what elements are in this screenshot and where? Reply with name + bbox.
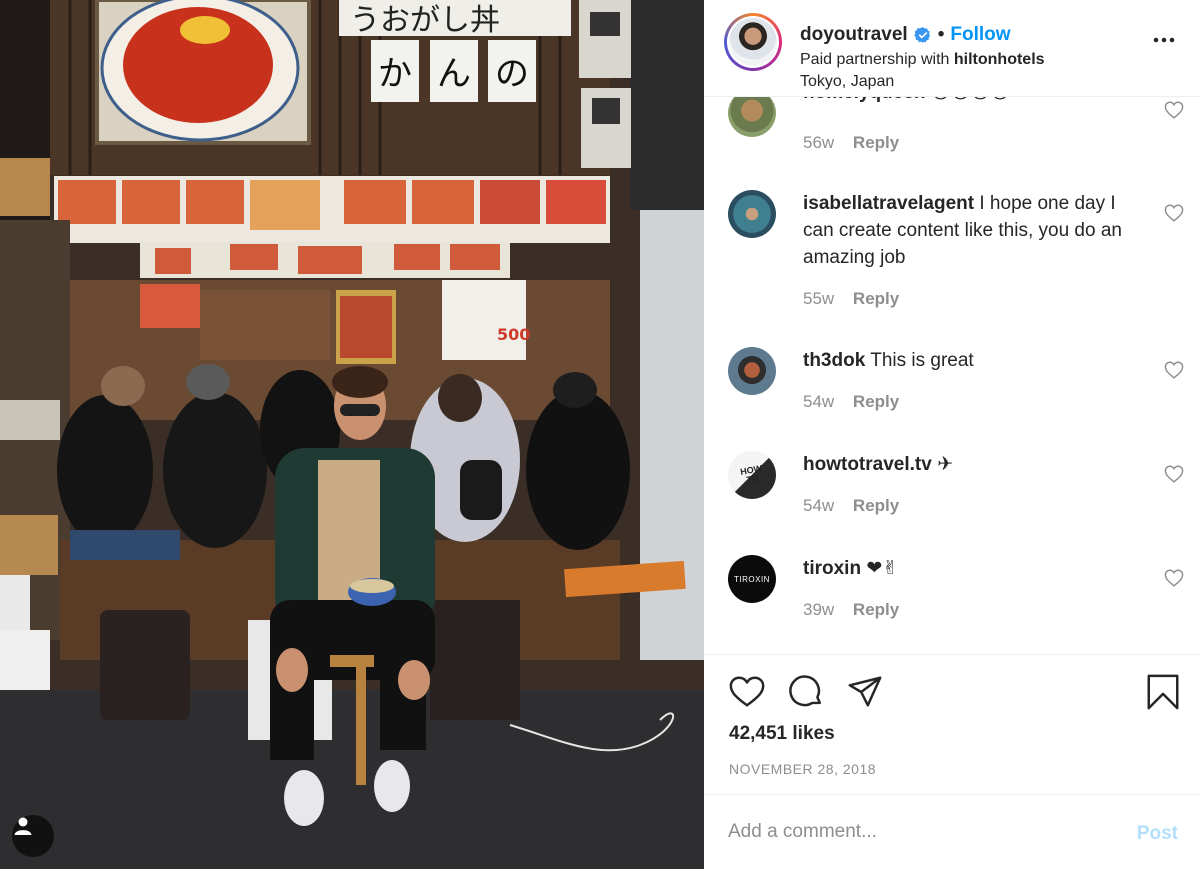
comment-text: howtotravel.tv ✈	[803, 451, 1143, 478]
reply-button[interactable]: Reply	[853, 496, 899, 515]
comment-message: This is great	[870, 350, 974, 371]
comment-age: 54w	[803, 392, 835, 411]
post-date[interactable]: NOVEMBER 28, 2018	[729, 761, 876, 777]
author-username[interactable]: doyoutravel	[800, 24, 908, 46]
commenter-avatar[interactable]	[728, 190, 776, 238]
likes-count[interactable]: 42,451 likes	[729, 723, 835, 745]
commenter-avatar[interactable]	[728, 347, 776, 395]
verified-badge-icon	[914, 27, 930, 43]
reply-button[interactable]: Reply	[853, 133, 899, 152]
comment-message: ✈	[937, 454, 954, 475]
commenter-username[interactable]: howtotravel.tv	[803, 454, 932, 475]
user-icon	[14, 817, 32, 835]
comment-like-heart-icon[interactable]	[1164, 465, 1184, 483]
comment-text: homelyqueen 😍😍😍😍	[803, 97, 1143, 106]
share-icon[interactable]	[846, 673, 884, 711]
comment-like-heart-icon[interactable]	[1164, 569, 1184, 587]
comment-message: ❤✌	[866, 558, 899, 579]
reply-button[interactable]: Reply	[853, 392, 899, 411]
howtotravel-avatar-text: HOW TO	[739, 463, 763, 485]
post-header: doyoutravel • Follow Paid partnership wi…	[704, 0, 1200, 97]
heart-icon[interactable]	[728, 673, 766, 711]
reply-button[interactable]: Reply	[853, 289, 899, 308]
kanji-sign-3: の	[495, 54, 529, 94]
comment-meta: 56w Reply	[803, 133, 899, 153]
bookmark-icon[interactable]	[1144, 673, 1182, 711]
commenter-avatar[interactable]: HOW TO	[728, 451, 776, 499]
top-banner-sign: うおがし丼	[350, 3, 500, 38]
comment-like-heart-icon[interactable]	[1164, 204, 1184, 222]
author-avatar[interactable]	[724, 13, 782, 71]
comment-age: 55w	[803, 289, 835, 308]
comment-meta: 55w Reply	[803, 289, 899, 309]
partnership-line: Paid partnership with hiltonhotels	[800, 51, 1045, 69]
location-link[interactable]: Tokyo, Japan	[800, 73, 894, 91]
more-horizontal-icon[interactable]	[1152, 34, 1176, 46]
comment-text: tiroxin ❤✌	[803, 555, 1143, 582]
price-sign: 500	[497, 325, 530, 344]
follow-button[interactable]: Follow	[950, 24, 1010, 46]
tagged-users-button[interactable]	[12, 815, 54, 857]
commenter-username[interactable]: tiroxin	[803, 558, 861, 579]
comment-input[interactable]	[728, 817, 1108, 847]
comment-meta: 54w Reply	[803, 496, 899, 516]
comment-meta: 39w Reply	[803, 600, 899, 620]
partner-link[interactable]: hiltonhotels	[954, 51, 1045, 68]
comments-list[interactable]: homelyqueen 😍😍😍😍 56w Reply isabellatrave…	[704, 97, 1200, 654]
commenter-username[interactable]: homelyqueen	[803, 97, 925, 103]
comment-like-heart-icon[interactable]	[1164, 101, 1184, 119]
comment-text: isabellatravelagent I hope one day I can…	[803, 190, 1143, 271]
post-photo[interactable]: うおがし丼 か ん の 500	[0, 0, 704, 869]
comment-icon[interactable]	[787, 673, 825, 711]
commenter-avatar[interactable]	[728, 97, 776, 137]
comment-age: 56w	[803, 133, 835, 152]
reply-button[interactable]: Reply	[853, 600, 899, 619]
comment-like-heart-icon[interactable]	[1164, 361, 1184, 379]
comment-composer: Post	[704, 794, 1200, 869]
partnership-prefix: Paid partnership with	[800, 51, 950, 68]
author-line: doyoutravel • Follow	[800, 24, 1011, 46]
header-separator: •	[937, 24, 945, 45]
kanji-sign-2: ん	[437, 54, 471, 94]
commenter-username[interactable]: isabellatravelagent	[803, 193, 974, 214]
commenter-username[interactable]: th3dok	[803, 350, 865, 371]
post-actions: 42,451 likes NOVEMBER 28, 2018	[704, 654, 1200, 794]
comment-text: th3dok This is great	[803, 347, 1143, 374]
comment-age: 39w	[803, 600, 835, 619]
kanji-sign-1: か	[378, 54, 412, 94]
comment-meta: 54w Reply	[803, 392, 899, 412]
post-comment-button[interactable]: Post	[1137, 823, 1178, 845]
post-sidebar: doyoutravel • Follow Paid partnership wi…	[704, 0, 1200, 869]
comment-age: 54w	[803, 496, 835, 515]
commenter-avatar[interactable]: TIROXIN	[728, 555, 776, 603]
tiroxin-avatar-text: TIROXIN	[734, 574, 770, 584]
comment-message: 😍😍😍😍	[931, 97, 1010, 103]
photo-illustration: うおがし丼 か ん の 500	[0, 0, 704, 869]
